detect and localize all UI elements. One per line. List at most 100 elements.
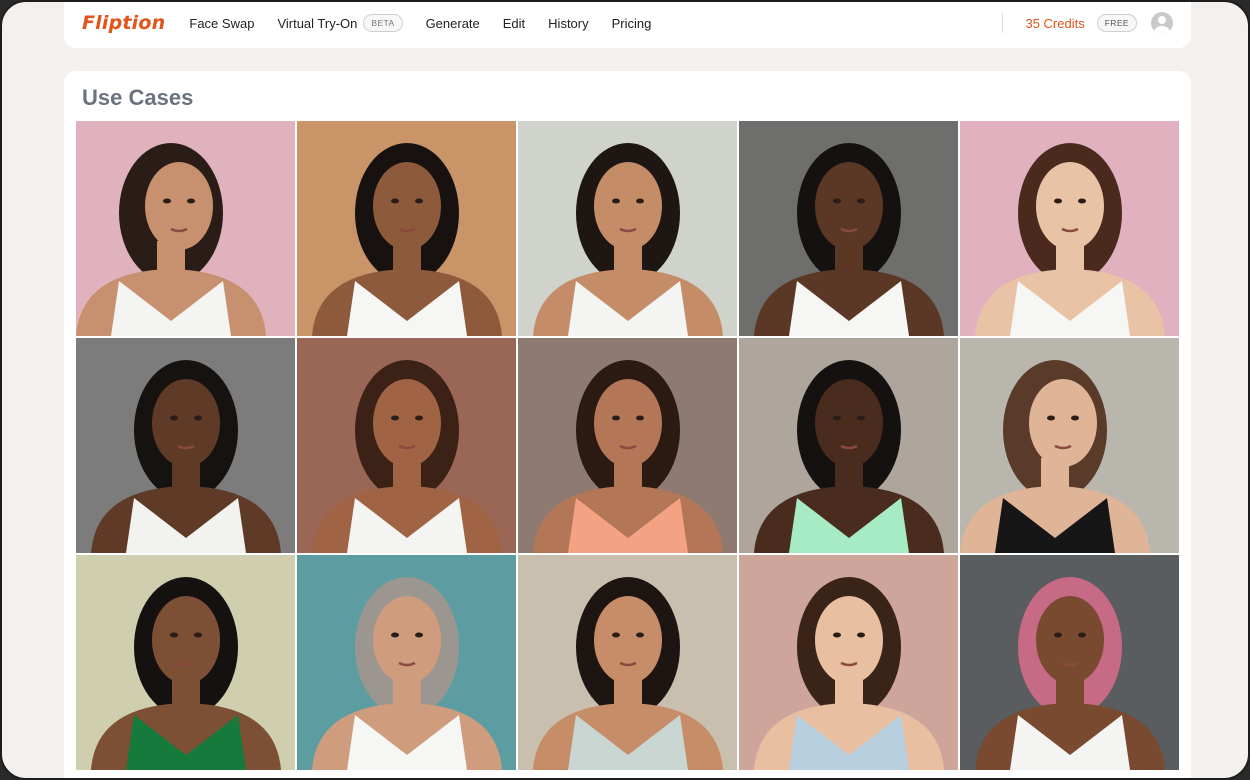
use-case-image[interactable] — [960, 555, 1179, 770]
nav-generate[interactable]: Generate — [426, 16, 480, 31]
eye — [1078, 198, 1086, 204]
eye — [170, 632, 178, 638]
face — [152, 379, 220, 467]
eye — [636, 415, 644, 421]
main-nav: Face Swap Virtual Try-On BETA Generate E… — [189, 14, 674, 32]
face — [1036, 596, 1104, 684]
eye — [612, 632, 620, 638]
section-title: Use Cases — [82, 85, 194, 110]
eye — [833, 415, 841, 421]
eye — [194, 415, 202, 421]
face — [373, 162, 441, 250]
eye — [612, 415, 620, 421]
portrait-illustration — [76, 121, 295, 336]
eye — [636, 632, 644, 638]
eye — [187, 198, 195, 204]
eye — [415, 198, 423, 204]
face — [815, 162, 883, 250]
face — [1036, 162, 1104, 250]
use-case-image[interactable] — [960, 121, 1179, 336]
eye — [1054, 198, 1062, 204]
portrait-illustration — [739, 555, 958, 770]
eye — [612, 198, 620, 204]
use-case-image[interactable] — [518, 338, 737, 553]
brand-logo[interactable]: Fliption — [82, 12, 165, 34]
face — [145, 162, 213, 250]
eye — [391, 415, 399, 421]
eye — [170, 415, 178, 421]
use-case-image[interactable] — [76, 121, 295, 336]
nav-label: History — [548, 15, 589, 31]
nav-virtual-try-on[interactable]: Virtual Try-On BETA — [277, 14, 403, 32]
eye — [391, 198, 399, 204]
divider — [1002, 13, 1004, 33]
nav-label: Generate — [425, 15, 480, 31]
credits-link[interactable]: 35 Credits — [1025, 16, 1084, 31]
use-case-image[interactable] — [518, 555, 737, 770]
use-case-image[interactable] — [739, 121, 958, 336]
top-navigation-bar: Fliption Face Swap Virtual Try-On BETA G… — [64, 2, 1191, 48]
use-case-image[interactable] — [739, 338, 958, 553]
nav-label: Virtual Try-On — [277, 15, 358, 31]
eye — [1071, 415, 1079, 421]
use-case-image[interactable] — [76, 338, 295, 553]
eye — [857, 632, 865, 638]
portrait-illustration — [76, 555, 295, 770]
eye — [1047, 415, 1055, 421]
face — [152, 596, 220, 684]
nav-label: Face Swap — [189, 15, 255, 31]
use-cases-panel: Use Cases — [64, 71, 1191, 778]
eye — [857, 198, 865, 204]
user-avatar-icon[interactable] — [1151, 12, 1173, 34]
face — [815, 379, 883, 467]
portrait-illustration — [960, 121, 1179, 336]
use-case-image[interactable] — [297, 555, 516, 770]
eye — [636, 198, 644, 204]
eye — [1078, 632, 1086, 638]
eye — [163, 198, 171, 204]
portrait-illustration — [518, 121, 737, 336]
beta-badge: BETA — [363, 14, 403, 32]
nav-pricing[interactable]: Pricing — [612, 16, 652, 31]
eye — [833, 632, 841, 638]
use-case-image[interactable] — [739, 555, 958, 770]
plan-badge: FREE — [1096, 14, 1137, 32]
portrait-illustration — [518, 338, 737, 553]
eye — [1054, 632, 1062, 638]
face — [594, 162, 662, 250]
portrait-illustration — [960, 555, 1179, 770]
eye — [857, 415, 865, 421]
eye — [833, 198, 841, 204]
use-case-image[interactable] — [76, 555, 295, 770]
face — [594, 379, 662, 467]
face — [373, 379, 441, 467]
portrait-illustration — [297, 121, 516, 336]
use-case-image[interactable] — [960, 338, 1179, 553]
eye — [415, 632, 423, 638]
face — [594, 596, 662, 684]
portrait-illustration — [76, 338, 295, 553]
eye — [415, 415, 423, 421]
portrait-illustration — [960, 338, 1179, 553]
portrait-illustration — [518, 555, 737, 770]
use-case-image[interactable] — [297, 338, 516, 553]
portrait-illustration — [297, 555, 516, 770]
app-window: Fliption Face Swap Virtual Try-On BETA G… — [0, 0, 1250, 780]
portrait-illustration — [297, 338, 516, 553]
account-area: 35 Credits FREE — [1002, 12, 1173, 34]
eye — [194, 632, 202, 638]
nav-face-swap[interactable]: Face Swap — [189, 16, 254, 31]
face — [373, 596, 441, 684]
portrait-illustration — [739, 121, 958, 336]
eye — [391, 632, 399, 638]
use-case-grid — [76, 121, 1180, 770]
face — [815, 596, 883, 684]
nav-edit[interactable]: Edit — [503, 16, 525, 31]
nav-label: Pricing — [611, 15, 652, 31]
use-case-image[interactable] — [297, 121, 516, 336]
portrait-illustration — [739, 338, 958, 553]
nav-label: Edit — [502, 15, 526, 31]
use-case-image[interactable] — [518, 121, 737, 336]
face — [1029, 379, 1097, 467]
nav-history[interactable]: History — [548, 16, 588, 31]
